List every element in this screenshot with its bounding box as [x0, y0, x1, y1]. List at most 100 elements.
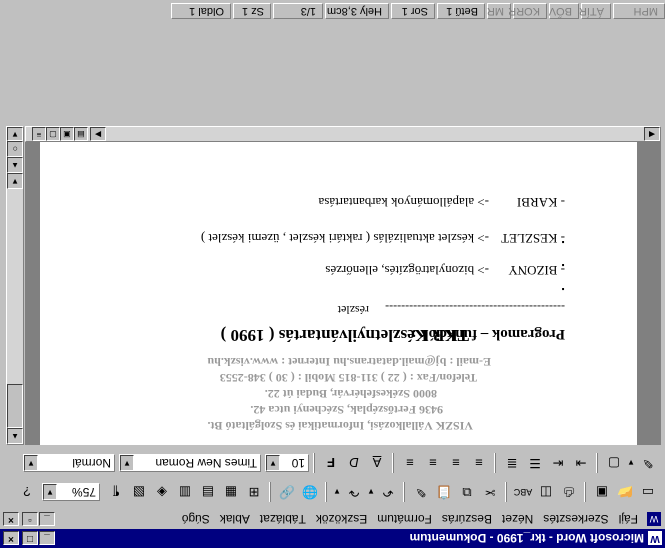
select-browse-object-icon[interactable]: ○ [7, 141, 23, 157]
copy-icon[interactable]: ⧉ [456, 481, 478, 503]
menu-view[interactable]: Nézet [497, 512, 538, 526]
normal-view-icon[interactable]: ≡ [32, 127, 46, 141]
menu-format[interactable]: Formátum [372, 512, 437, 526]
scroll-down-icon[interactable]: ▼ [7, 173, 23, 189]
insert-excel-icon[interactable]: ▤ [197, 481, 219, 503]
next-page-icon[interactable]: ▼ [7, 127, 23, 141]
style-value: Normál [72, 456, 111, 470]
italic-button[interactable]: D [343, 452, 365, 474]
zoom-select[interactable]: 75% ▼ [42, 483, 100, 501]
hyperlink-icon[interactable]: 🔗 [276, 481, 298, 503]
document-map-icon[interactable]: ▧ [128, 481, 150, 503]
menu-table[interactable]: Táblázat [255, 512, 311, 526]
align-left-icon[interactable]: ≡ [399, 452, 421, 474]
program-desc-karbi: -> alapállományok karbantartása [318, 195, 489, 210]
doc-minimize-button[interactable]: _ [39, 512, 55, 526]
vertical-scrollbar[interactable]: ▲ ▼ ▲ ○ ▼ [6, 126, 24, 445]
spelling-icon[interactable]: ABC [512, 481, 534, 503]
decrease-indent-icon[interactable]: ⇤ [547, 452, 569, 474]
program-name-bizony: - BIZONY [508, 263, 565, 278]
status-mode-korr[interactable]: KORR [508, 3, 547, 19]
redo-icon[interactable]: ↷ [343, 481, 365, 503]
word-app-icon[interactable]: W [648, 531, 662, 546]
company-name: VISZK Vállalkozási, Informatikai és Szol… [207, 419, 473, 433]
office-assistant-icon[interactable]: ? [16, 481, 38, 503]
status-page: Oldal 1 [171, 3, 231, 19]
status-section: Sz 1 [233, 3, 271, 19]
print-icon[interactable]: ⎙ [558, 481, 580, 503]
outline-view-icon[interactable]: ▤ [74, 127, 88, 141]
style-dropdown-icon[interactable]: ▼ [24, 455, 38, 471]
status-mode-mph[interactable]: MPH [613, 3, 665, 19]
insert-table-icon[interactable]: ▦ [220, 481, 242, 503]
print-preview-icon[interactable]: ◫ [535, 481, 557, 503]
company-address-1: 9436 Fertőszéplak, Széchenyi utca 42. [250, 403, 443, 417]
status-position: Hely 3,8cm [325, 3, 389, 19]
scroll-up-icon[interactable]: ▲ [7, 428, 23, 444]
scroll-left-icon[interactable]: ◀ [644, 127, 660, 141]
paste-icon[interactable]: 📋 [433, 481, 455, 503]
cut-icon[interactable]: ✂ [479, 481, 501, 503]
scroll-thumb[interactable] [7, 384, 23, 428]
status-mode-mr[interactable]: MR [487, 3, 511, 19]
close-button[interactable]: × [3, 531, 19, 546]
font-size-value: 10 [291, 456, 305, 470]
zoom-value: 75% [71, 485, 96, 499]
increase-indent-icon[interactable]: ⇥ [570, 452, 592, 474]
scroll-right-icon[interactable]: ▶ [90, 127, 106, 141]
formatting-toolbar: ✎ ▼ ▢ ⇥ ⇤ ☰ ≣ ≡ ≡ ≡ ≡ A D F 10 ▼ Times N… [0, 449, 665, 477]
new-icon[interactable]: ▭ [637, 481, 659, 503]
menu-window[interactable]: Ablak [215, 512, 255, 526]
redo-dropdown-icon[interactable]: ▼ [332, 481, 342, 503]
undo-dropdown-icon[interactable]: ▼ [366, 481, 376, 503]
online-layout-view-icon[interactable]: ▢ [46, 127, 60, 141]
justify-icon[interactable]: ≡ [468, 452, 490, 474]
format-painter-icon[interactable]: ✎ [410, 481, 432, 503]
align-right-icon[interactable]: ≡ [445, 452, 467, 474]
open-icon[interactable]: 📂 [614, 481, 636, 503]
bullets-icon[interactable]: ☰ [524, 452, 546, 474]
prev-page-icon[interactable]: ▲ [7, 157, 23, 173]
font-size-select[interactable]: 10 ▼ [265, 454, 309, 472]
numbering-icon[interactable]: ≣ [501, 452, 523, 474]
highlight-dropdown-icon[interactable]: ▼ [626, 452, 636, 474]
document-page[interactable]: VISZK Vállalkozási, Informatikai és Szol… [40, 142, 637, 445]
status-mode-bov[interactable]: BŐV [549, 3, 579, 19]
font-select[interactable]: Times New Roman ▼ [119, 454, 261, 472]
style-select[interactable]: Normál ▼ [23, 454, 115, 472]
page-layout-view-icon[interactable]: ▣ [60, 127, 74, 141]
status-pages: 1/3 [273, 3, 323, 19]
menu-tools[interactable]: Eszközök [311, 512, 372, 526]
window-title: Microsoft Word - tkr_1990 - Dokumentum [409, 531, 644, 546]
font-dropdown-icon[interactable]: ▼ [120, 455, 134, 471]
status-line: Sor 1 [391, 3, 435, 19]
document-subtitle: részlet [337, 303, 369, 317]
tables-borders-icon[interactable]: ⊞ [243, 481, 265, 503]
minimize-button[interactable]: _ [39, 531, 55, 546]
underline-button[interactable]: A [366, 452, 388, 474]
doc-close-button[interactable]: × [3, 512, 19, 526]
menu-edit[interactable]: Szerkesztés [538, 512, 613, 526]
horizontal-scrollbar[interactable]: ◀ ▶ ▤ ▣ ▢ ≡ [25, 126, 661, 142]
menu-bar: W Fájl Szerkesztés Nézet Beszúrás Formát… [0, 509, 665, 529]
menu-help[interactable]: Súgó [177, 512, 215, 526]
font-size-dropdown-icon[interactable]: ▼ [266, 455, 280, 471]
border-icon[interactable]: ▢ [603, 452, 625, 474]
undo-icon[interactable]: ↶ [377, 481, 399, 503]
word-window: W Microsoft Word - tkr_1990 - Dokumentum… [0, 0, 665, 548]
columns-icon[interactable]: ▥ [174, 481, 196, 503]
drawing-icon[interactable]: ◈ [151, 481, 173, 503]
web-toolbar-icon[interactable]: 🌐 [299, 481, 321, 503]
maximize-button[interactable]: □ [22, 531, 38, 546]
center-icon[interactable]: ≡ [422, 452, 444, 474]
bold-button[interactable]: F [320, 452, 342, 474]
menu-insert[interactable]: Beszúrás [437, 512, 497, 526]
save-icon[interactable]: ▣ [591, 481, 613, 503]
status-mode-atir[interactable]: ÁTÍR [579, 3, 611, 19]
menu-file[interactable]: Fájl [614, 512, 643, 526]
zoom-dropdown-icon[interactable]: ▼ [43, 484, 57, 500]
show-hide-icon[interactable]: ¶ [105, 481, 127, 503]
document-icon[interactable]: W [647, 512, 661, 526]
highlight-icon[interactable]: ✎ [637, 452, 659, 474]
doc-restore-button[interactable]: ▫ [22, 512, 38, 526]
